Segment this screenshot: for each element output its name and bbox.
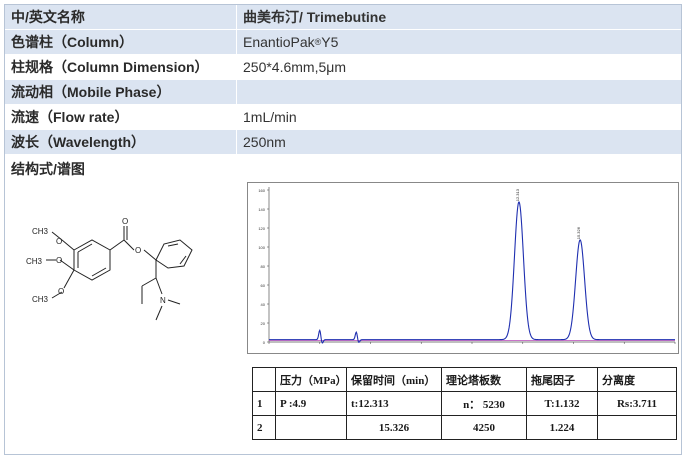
carbonyl-o-label: O — [122, 217, 128, 226]
value-wavelength: 250nm — [243, 134, 286, 150]
y-tick-label: 120 — [258, 226, 265, 231]
header-cell: 分离度 — [597, 367, 677, 392]
table-header-row: 压力（MPa） 保留时间（min） 理论塔板数 拖尾因子 分离度 — [252, 367, 677, 392]
ch3-label-mid: CH3 — [26, 257, 43, 266]
y-tick-label: 100 — [258, 245, 265, 250]
column-model: Y5 — [321, 34, 339, 50]
y-tick-label: 80 — [261, 264, 266, 269]
row-mobile-phase: 流动相（Mobile Phase） — [5, 80, 681, 105]
value-dimension: 250*4.6mm,5μm — [243, 59, 346, 75]
table-cell: Rs:3.711 — [597, 391, 677, 416]
header-cell: 压力（MPa） — [275, 367, 347, 392]
label-name: 中/英文名称 — [5, 5, 237, 29]
table-row: 1 P :4.9 t:12.313 n： 5230 T:1.132 Rs:3.7… — [252, 391, 677, 416]
y-tick-label: 60 — [261, 283, 266, 288]
o-label-top: O — [56, 237, 62, 246]
ch3-label-bot: CH3 — [32, 295, 49, 304]
table-cell: 2 — [252, 415, 276, 440]
row-flow-rate: 流速（Flow rate） 1mL/min — [5, 105, 681, 130]
y-tick-label: 160 — [258, 188, 265, 193]
value-mobile-phase — [237, 80, 681, 104]
table-cell — [275, 415, 347, 440]
row-dimension: 柱规格（Column Dimension） 250*4.6mm,5μm — [5, 55, 681, 80]
table-cell: 4250 — [441, 415, 527, 440]
header-cell: 理论塔板数 — [441, 367, 527, 392]
table-cell: T:1.132 — [526, 391, 598, 416]
label-mobile-phase: 流动相（Mobile Phase） — [5, 80, 237, 104]
table-cell: 1.224 — [526, 415, 598, 440]
chromatogram-chart: 160140120100806040200 12.31315.326 — [247, 182, 679, 354]
y-tick-label: 20 — [261, 321, 266, 326]
table-cell: n： 5230 — [441, 391, 527, 416]
value-name: 曲美布汀/ Trimebutine — [243, 9, 387, 25]
n-label: N — [160, 296, 166, 305]
label-wavelength: 波长（Wavelength） — [5, 130, 237, 154]
peak-label: 12.313 — [515, 188, 520, 201]
label-flow-rate: 流速（Flow rate） — [5, 105, 237, 129]
row-name: 中/英文名称 曲美布汀/ Trimebutine — [5, 5, 681, 30]
row-wavelength: 波长（Wavelength） 250nm — [5, 130, 681, 155]
y-tick-label: 40 — [261, 302, 266, 307]
table-cell: 15.326 — [346, 415, 442, 440]
table-cell: P :4.9 — [275, 391, 347, 416]
ester-o-label: O — [135, 246, 141, 255]
registered-mark: ® — [314, 37, 322, 47]
chemical-structure: O O O CH3 CH3 CH3 O O N — [26, 217, 193, 321]
peak-label: 15.326 — [576, 226, 581, 239]
header-cell: 保留时间（min） — [346, 367, 442, 392]
header-cell: 拖尾因子 — [526, 367, 598, 392]
ch3-label-top: CH3 — [32, 227, 49, 236]
table-cell: 1 — [252, 391, 276, 416]
table-cell: t:12.313 — [346, 391, 442, 416]
chart-frame — [247, 182, 679, 354]
column-name: EnantioPak — [243, 34, 315, 50]
o-label-mid: O — [56, 256, 62, 265]
value-flow-rate: 1mL/min — [243, 109, 297, 125]
table-row: 2 15.326 4250 1.224 — [252, 415, 677, 440]
results-table: 压力（MPa） 保留时间（min） 理论塔板数 拖尾因子 分离度 1 P :4.… — [252, 367, 677, 440]
label-column: 色谱柱（Column） — [5, 30, 237, 54]
y-tick-label: 140 — [258, 207, 265, 212]
label-dimension: 柱规格（Column Dimension） — [5, 55, 237, 79]
row-column: 色谱柱（Column） EnantioPak ® Y5 — [5, 30, 681, 55]
value-column: EnantioPak ® Y5 — [237, 30, 681, 54]
header-cell — [252, 367, 276, 392]
table-cell — [597, 415, 677, 440]
o-label-bot: O — [58, 287, 64, 296]
